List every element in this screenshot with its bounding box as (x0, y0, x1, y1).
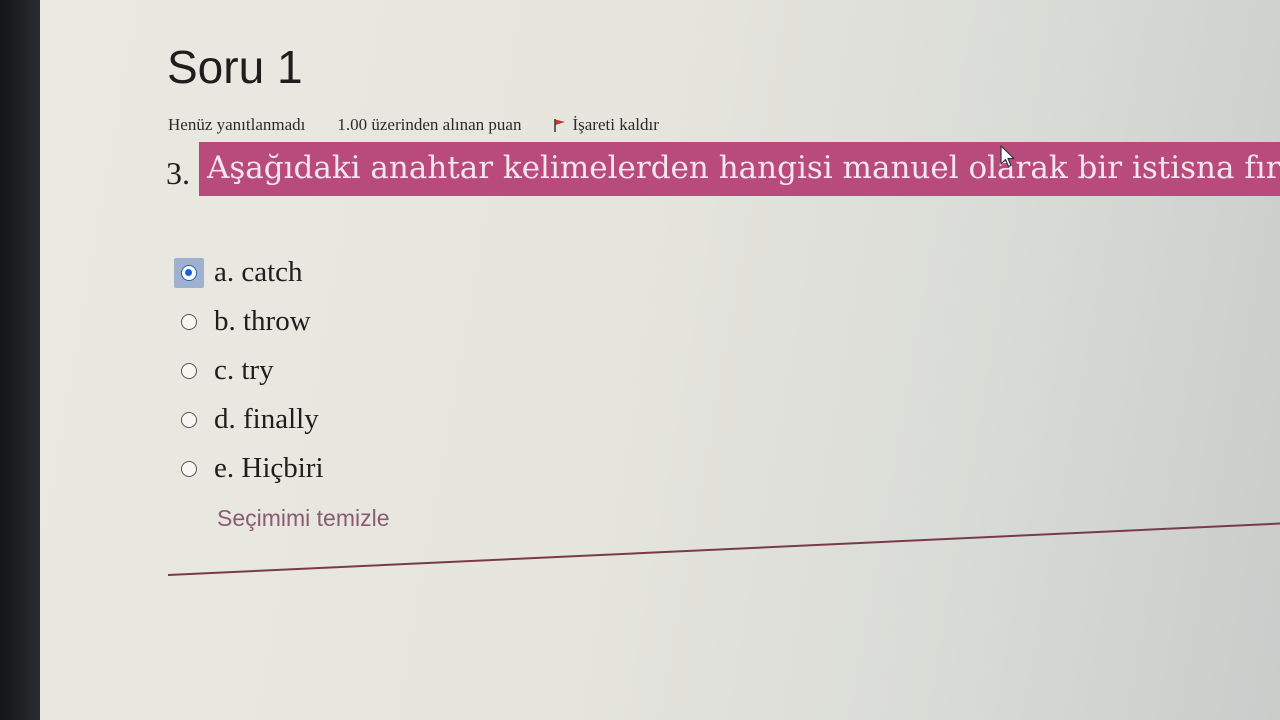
radio-button[interactable] (181, 411, 197, 428)
mouse-pointer-icon (1000, 145, 1015, 168)
answer-label: d. finally (214, 403, 319, 435)
radio-button[interactable] (181, 460, 197, 477)
radio-button[interactable] (181, 313, 197, 330)
answer-label: c. try (214, 354, 274, 386)
answer-option-e[interactable]: e. Hiçbiri (174, 444, 324, 493)
question-number: 3. (166, 155, 190, 191)
answer-option-a[interactable]: a. catch (174, 248, 324, 297)
flag-icon (554, 118, 566, 132)
answer-option-d[interactable]: d. finally (174, 395, 324, 444)
remove-flag-label: İşareti kaldır (572, 115, 659, 134)
answer-label: a. catch (214, 256, 303, 288)
quiz-page: Soru 1 Henüz yanıtlanmadı 1.00 üzerinden… (40, 0, 1280, 720)
answer-option-c[interactable]: c. try (174, 346, 324, 395)
question-state: Henüz yanıtlanmadı (168, 115, 306, 134)
radio-focus-highlight (174, 257, 204, 288)
remove-flag-link[interactable]: İşareti kaldır (553, 115, 659, 135)
answer-label: b. throw (214, 305, 311, 337)
radio-container (174, 405, 204, 435)
radio-button[interactable] (181, 264, 197, 281)
answer-label: e. Hiçbiri (214, 452, 324, 484)
answer-list: a. catch b. throw c. try d. finally e. H… (174, 248, 324, 493)
screen-bezel (0, 0, 40, 720)
answer-option-b[interactable]: b. throw (174, 297, 324, 346)
radio-container (174, 454, 204, 484)
radio-button[interactable] (181, 362, 197, 379)
question-text: Aşağıdaki anahtar kelimelerden hangisi m… (199, 142, 1280, 196)
radio-container (174, 307, 204, 337)
question-title: Soru 1 (167, 41, 303, 93)
question-info: Henüz yanıtlanmadı 1.00 üzerinden alınan… (168, 115, 659, 135)
question-grade: 1.00 üzerinden alınan puan (337, 115, 522, 134)
clear-selection-link[interactable]: Seçimimi temizle (217, 505, 390, 532)
radio-container (174, 356, 204, 386)
